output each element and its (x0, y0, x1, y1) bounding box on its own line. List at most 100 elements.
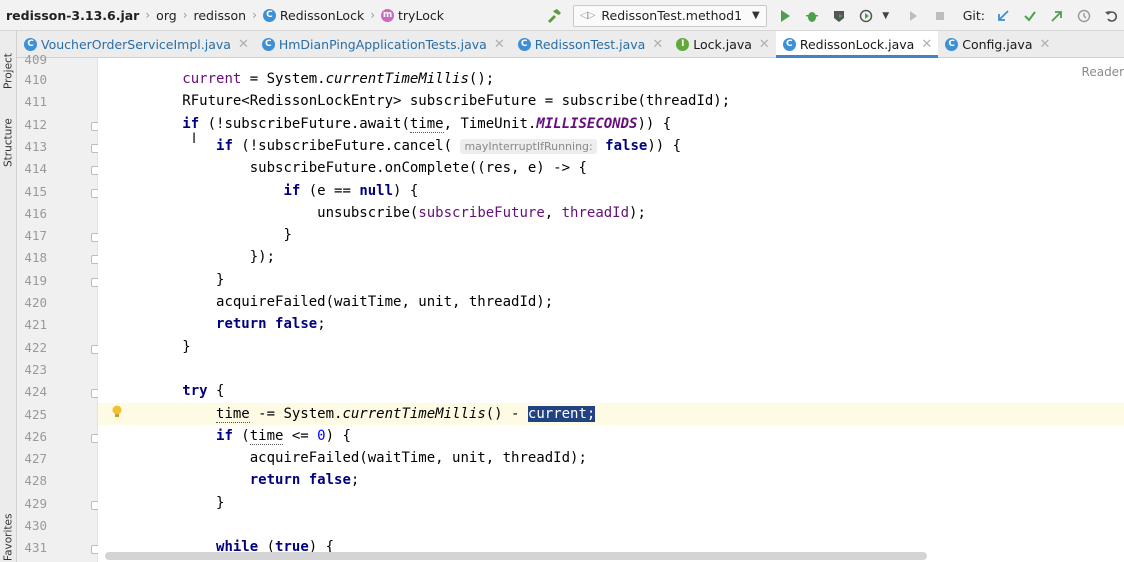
code-line[interactable]: acquireFailed(waitTime, unit, threadId); (98, 291, 1124, 313)
run-config-icon: ◁▷ (580, 10, 596, 21)
code-line[interactable]: subscribeFuture.onComplete((res, e) -> { (98, 157, 1124, 179)
code-token: ) { (325, 427, 351, 444)
navigation-bar: redisson-3.13.6.jar › org › redisson › C… (0, 0, 1124, 31)
code-line[interactable]: return false; (98, 313, 1124, 335)
code-line[interactable]: if (e == null) { (98, 180, 1124, 202)
code-line[interactable]: } (98, 224, 1124, 246)
code-token: try (182, 383, 208, 400)
resume-icon[interactable] (904, 7, 922, 25)
line-number: 412 (24, 116, 47, 132)
code-token: if (283, 182, 301, 199)
project-tool-button[interactable]: Project (0, 37, 17, 89)
code-line[interactable]: if (!subscribeFuture.await(time, TimeUni… (98, 113, 1124, 135)
coverage-icon[interactable] (830, 7, 848, 25)
git-push-icon[interactable] (1048, 7, 1066, 25)
code-line[interactable]: time -= System.currentTimeMillis() - cur… (98, 402, 1124, 425)
code-line[interactable]: } (98, 492, 1124, 514)
breadcrumb-class[interactable]: C RedissonLock (262, 8, 364, 23)
code-token: } (182, 494, 225, 511)
breadcrumb-redisson[interactable]: redisson (194, 8, 247, 23)
code-token: false (275, 316, 318, 333)
close-icon[interactable]: ✕ (921, 37, 932, 52)
line-number: 409 (24, 52, 47, 67)
close-icon[interactable]: ✕ (652, 37, 663, 52)
code-line[interactable]: } (98, 269, 1124, 291)
tab-redisson-lock[interactable]: C RedissonLock.java ✕ (775, 31, 939, 58)
code-line[interactable] (98, 514, 1124, 536)
code-line[interactable] (98, 358, 1124, 380)
code-token: currentTimeMillis (342, 405, 486, 422)
breadcrumb-org-label: org (156, 7, 177, 23)
code-line[interactable]: return false; (98, 469, 1124, 491)
close-icon[interactable]: ✕ (1040, 37, 1051, 52)
breadcrumb-jar[interactable]: redisson-3.13.6.jar (6, 8, 139, 23)
code-token: (!subscribeFuture.await( (199, 115, 410, 132)
code-line[interactable]: if (time <= 0) { (98, 425, 1124, 447)
code-token: current (182, 71, 242, 87)
code-token: false (605, 137, 648, 154)
text-cursor-icon: I (192, 131, 197, 147)
code-line[interactable]: } (98, 336, 1124, 358)
tab-config[interactable]: C Config.java ✕ (938, 31, 1056, 57)
stop-icon[interactable] (931, 7, 949, 25)
favorites-tool-button[interactable]: Favorites (0, 514, 17, 561)
breadcrumb-method[interactable]: m tryLock (381, 8, 444, 23)
run-configuration-select[interactable]: ◁▷ RedissonTest.method1 ▼ (573, 4, 767, 27)
breadcrumb-org[interactable]: org (156, 8, 177, 23)
tab-voucher-order-service-impl[interactable]: C VoucherOrderServiceImpl.java ✕ (17, 31, 255, 57)
code-token: time (249, 427, 284, 445)
chevron-down-icon[interactable]: ▼ (877, 7, 895, 25)
breadcrumb-jar-label: redisson-3.13.6.jar (6, 7, 140, 23)
tab-label: Lock.java (693, 36, 752, 52)
tab-lock[interactable]: I Lock.java ✕ (669, 31, 776, 57)
tab-label: RedissonLock.java (799, 36, 915, 52)
left-tool-strip: Project Structure Favorites (0, 31, 17, 562)
breadcrumb-separator-icon: › (145, 8, 151, 22)
line-number: 421 (24, 317, 47, 333)
lightbulb-icon[interactable] (111, 405, 123, 419)
profile-icon[interactable] (857, 7, 875, 25)
tab-redisson-test[interactable]: C RedissonTest.java ✕ (511, 31, 670, 57)
code-token: acquireFailed(waitTime, unit, threadId); (182, 450, 587, 467)
code-token: (); (468, 71, 495, 87)
close-icon[interactable]: ✕ (494, 37, 505, 52)
code-line[interactable]: current = System.currentTimeMillis(); (98, 68, 1124, 90)
git-commit-icon[interactable] (1021, 7, 1039, 25)
code-editor[interactable]: Reader current = System.currentTimeMilli… (98, 58, 1124, 562)
debug-icon[interactable] (803, 7, 821, 25)
close-icon[interactable]: ✕ (238, 37, 249, 52)
line-number: 423 (24, 361, 47, 377)
git-update-icon[interactable] (994, 7, 1012, 25)
horizontal-scrollbar[interactable] (105, 552, 927, 560)
code-line[interactable]: if (!subscribeFuture.cancel( mayInterrup… (98, 135, 1124, 157)
rollback-icon[interactable] (1102, 7, 1120, 25)
method-icon: m (381, 8, 395, 22)
code-token: subscribeFuture (418, 204, 545, 221)
run-icon[interactable] (776, 7, 794, 25)
code-token: , TimeUnit. (443, 115, 537, 132)
code-line[interactable]: try { (98, 380, 1124, 402)
code-line[interactable]: acquireFailed(waitTime, unit, threadId); (98, 447, 1124, 469)
code-line[interactable]: RFuture<RedissonLockEntry> subscribeFutu… (98, 90, 1124, 112)
project-label: Project (2, 53, 15, 89)
history-icon[interactable] (1075, 7, 1093, 25)
code-token: ; (317, 316, 326, 333)
build-hammer-icon[interactable] (545, 7, 563, 25)
code-line[interactable]: unsubscribe(subscribeFuture, threadId); (98, 202, 1124, 224)
close-icon[interactable]: ✕ (759, 37, 770, 52)
code-line[interactable]: }); (98, 246, 1124, 268)
tab-hm-dian-ping-application-tests[interactable]: C HmDianPingApplicationTests.java ✕ (255, 31, 511, 57)
structure-tool-button[interactable]: Structure (0, 105, 17, 167)
